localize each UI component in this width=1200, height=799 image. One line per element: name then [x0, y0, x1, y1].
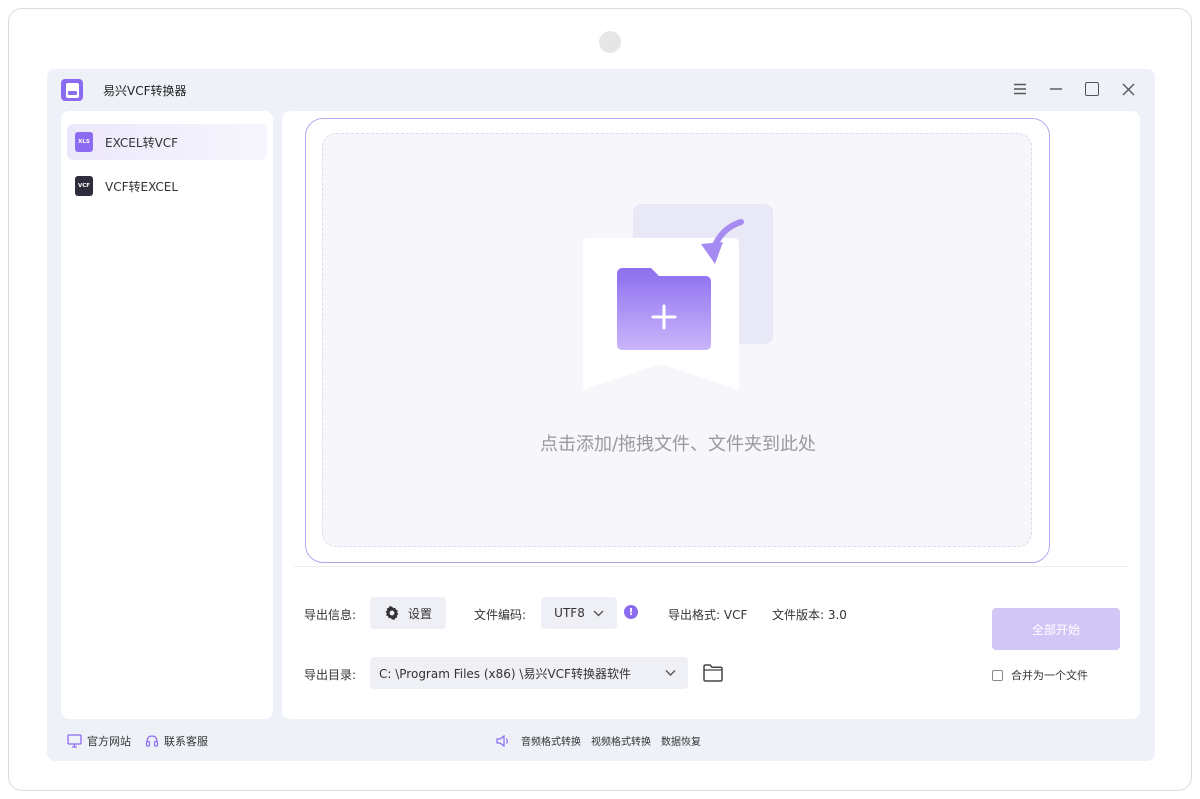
menu-icon[interactable]: [1011, 79, 1029, 99]
info-icon[interactable]: !: [624, 605, 638, 619]
headset-icon: [145, 735, 159, 747]
sidebar-item-label: EXCEL转VCF: [105, 135, 179, 150]
merge-checkbox[interactable]: [992, 669, 1003, 681]
support-label: 联系客服: [164, 735, 208, 748]
export-info-label: 导出信息:: [304, 608, 357, 622]
dropzone[interactable]: 点击添加/拖拽文件、文件夹到此处: [322, 133, 1032, 547]
add-folder-icon: [583, 204, 773, 390]
dropzone-hint: 点击添加/拖拽文件、文件夹到此处: [539, 434, 817, 455]
export-dir-select[interactable]: C: \Program Files (x86) \易兴VCF转换器软件: [370, 657, 688, 689]
start-all-button[interactable]: 全部开始: [992, 608, 1120, 650]
main-panel: 点击添加/拖拽文件、文件夹到此处 导出信息: 设置 文件编码: UTF8 ! 导…: [282, 111, 1140, 719]
divider: [294, 566, 1128, 567]
app-title: 易兴VCF转换器: [103, 84, 187, 98]
speaker-icon: [496, 734, 508, 747]
file-version: 文件版本: 3.0: [772, 608, 847, 622]
settings-button[interactable]: 设置: [370, 597, 446, 629]
settings-label: 设置: [407, 606, 432, 621]
merge-option: 合并为一个文件: [992, 667, 1088, 683]
maximize-icon[interactable]: [1083, 79, 1101, 99]
monitor-icon: [67, 734, 82, 748]
title-bar: 易兴VCF转换器: [47, 69, 1155, 111]
merge-label: 合并为一个文件: [1011, 669, 1088, 682]
export-format: 导出格式: VCF: [668, 608, 748, 622]
gear-icon: [385, 606, 399, 620]
sidebar: XLS EXCEL转VCF VCF VCF转EXCEL: [61, 111, 273, 719]
footer-links: 官方网站 联系客服: [67, 733, 208, 749]
support-link[interactable]: 联系客服: [145, 733, 208, 749]
footer-promo: 音频格式转换 视频格式转换 数据恢复: [495, 733, 701, 748]
app-window: 易兴VCF转换器 XLS EXCEL转VCF VCF VCF转EXCEL 点击添…: [47, 69, 1155, 761]
chevron-down-icon: [593, 610, 604, 616]
video-convert-link[interactable]: 视频格式转换: [591, 733, 651, 748]
sidebar-item-vcf-to-excel[interactable]: VCF VCF转EXCEL: [67, 168, 267, 204]
window-controls: [1011, 79, 1137, 99]
minimize-icon[interactable]: [1047, 79, 1065, 99]
dropzone-frame: 点击添加/拖拽文件、文件夹到此处: [305, 118, 1050, 563]
export-dir-label: 导出目录:: [304, 668, 357, 682]
encoding-select[interactable]: UTF8: [541, 597, 617, 629]
app-logo-icon: [61, 79, 83, 101]
xls-file-icon: XLS: [75, 132, 93, 152]
audio-convert-link[interactable]: 音频格式转换: [521, 733, 581, 748]
vcf-file-icon: VCF: [75, 176, 93, 196]
close-icon[interactable]: [1119, 79, 1137, 99]
sidebar-item-label: VCF转EXCEL: [105, 179, 179, 194]
encoding-label: 文件编码:: [474, 608, 527, 622]
encoding-value: UTF8: [554, 606, 585, 620]
sidebar-item-excel-to-vcf[interactable]: XLS EXCEL转VCF: [67, 124, 267, 160]
folder-open-icon[interactable]: [702, 663, 724, 683]
chevron-down-icon: [665, 670, 676, 676]
data-recovery-link[interactable]: 数据恢复: [661, 733, 701, 748]
website-label: 官方网站: [87, 735, 131, 748]
website-link[interactable]: 官方网站: [67, 733, 131, 749]
camera-dot: [599, 31, 621, 53]
export-dir-value: C: \Program Files (x86) \易兴VCF转换器软件: [379, 666, 631, 681]
